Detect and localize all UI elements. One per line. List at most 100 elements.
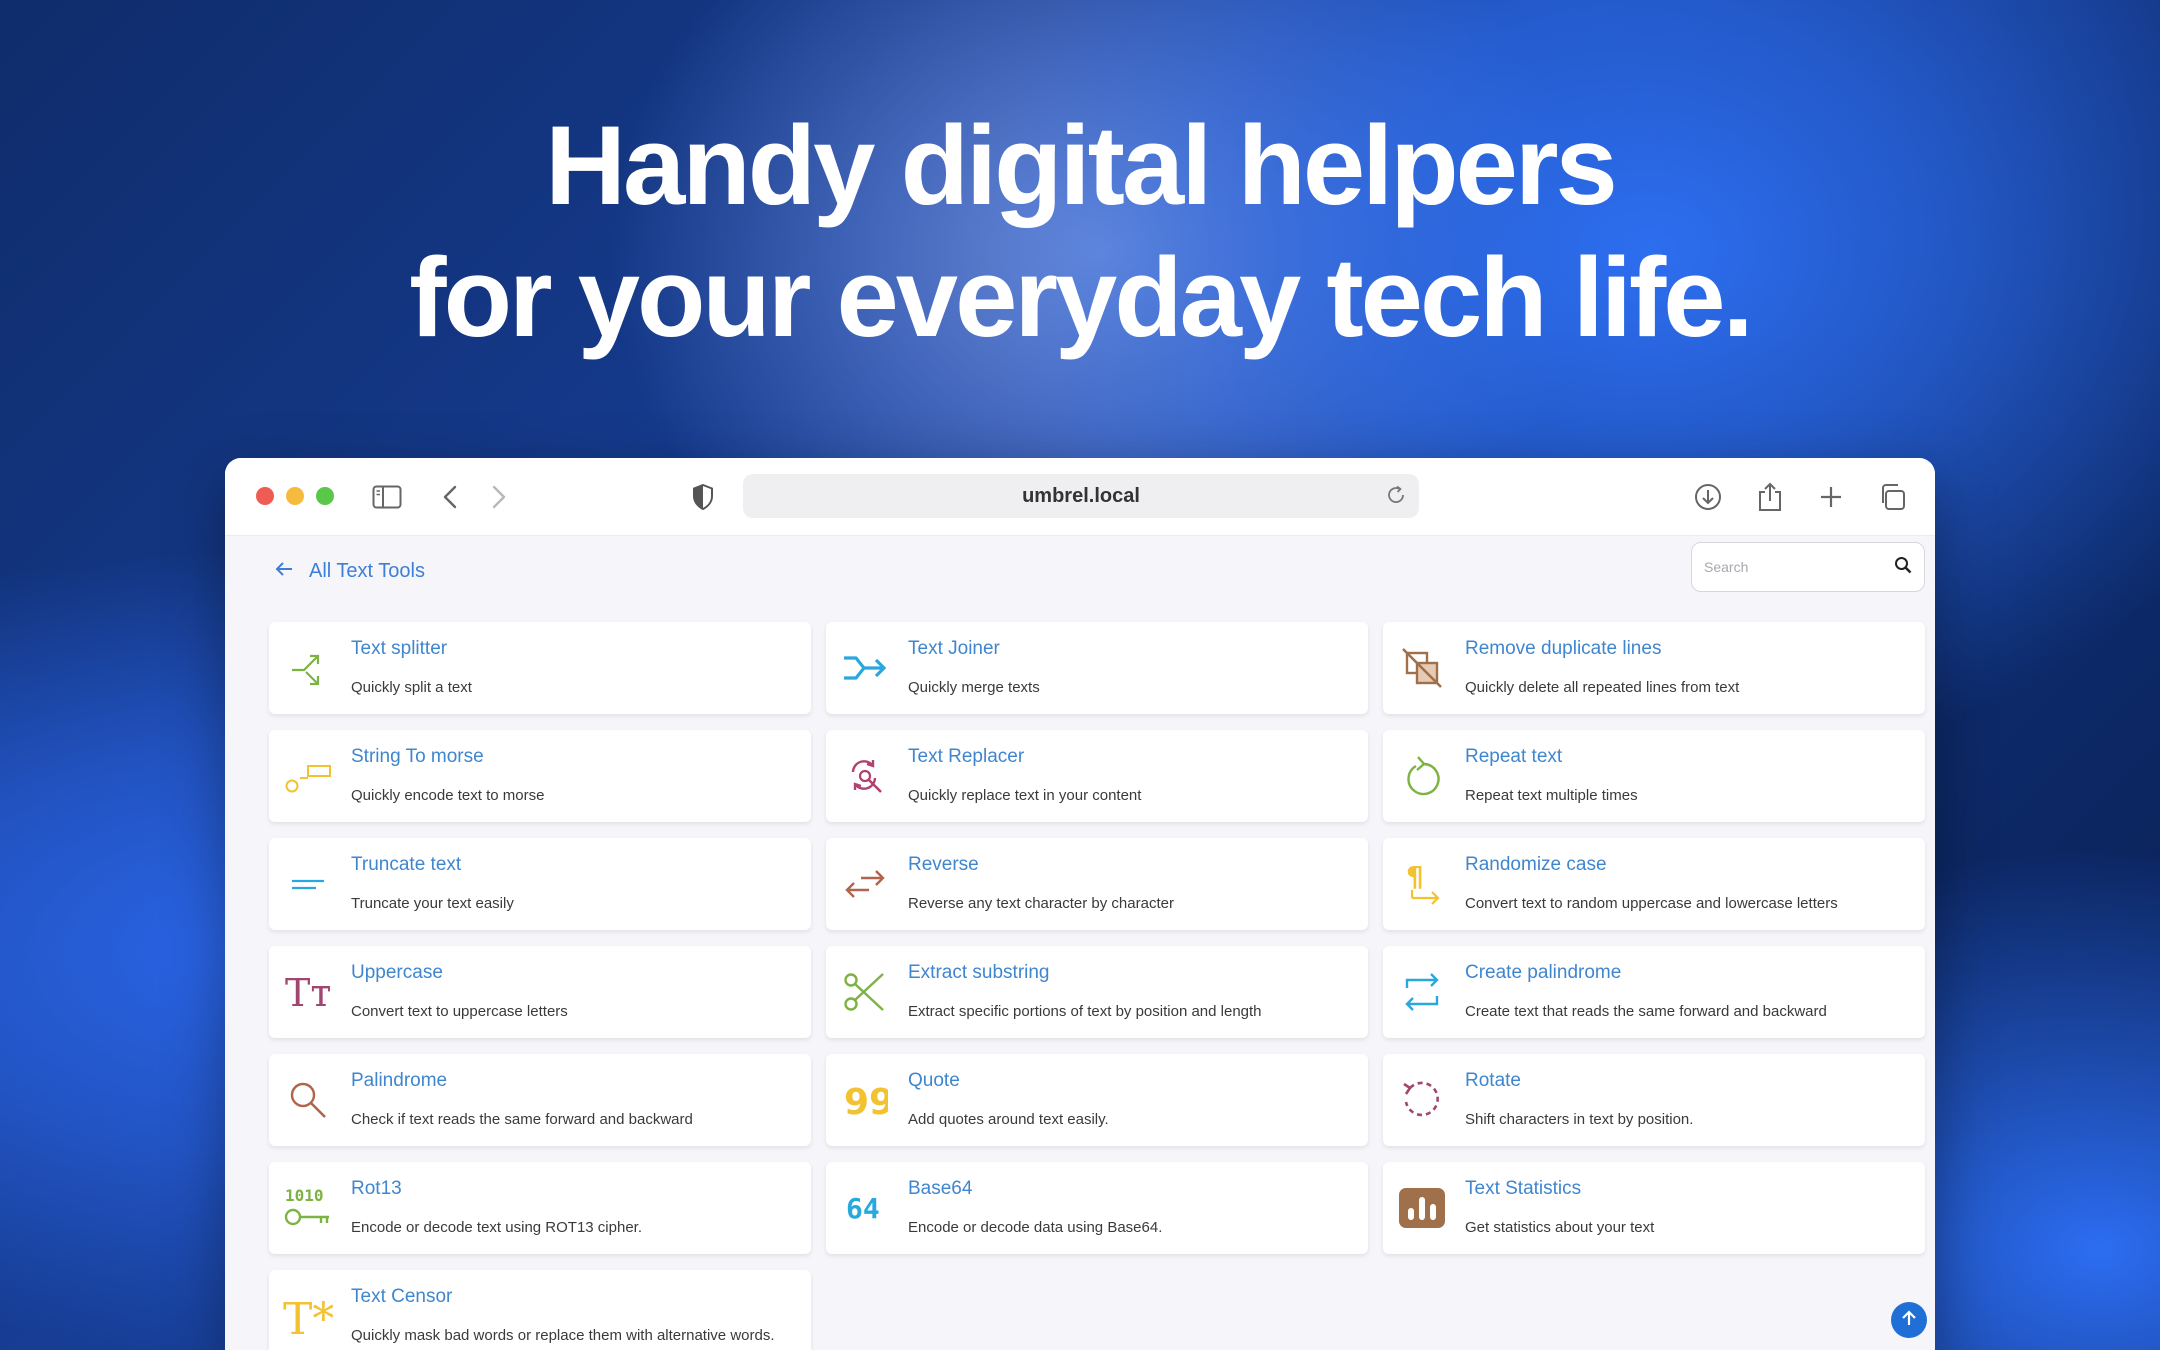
tool-description: Convert text to random uppercase and low… — [1465, 895, 1838, 912]
tool-title: Truncate text — [351, 854, 462, 875]
hero-line-2: for your everyday tech life. — [409, 235, 1753, 360]
svg-text:T*: T* — [283, 1294, 333, 1340]
tool-title: Text Joiner — [908, 638, 1000, 659]
remove-duplicate-icon — [1397, 643, 1447, 693]
arrow-left-icon — [275, 560, 293, 583]
forward-arrow-icon[interactable] — [479, 477, 519, 517]
swap-arrows-icon — [840, 859, 890, 909]
downloads-icon[interactable] — [1688, 477, 1728, 517]
tool-description: Quickly delete all repeated lines from t… — [1465, 679, 1740, 696]
url-text: umbrel.local — [1022, 484, 1140, 507]
hero-line-1: Handy digital helpers — [545, 103, 1618, 228]
tool-description: Reverse any text character by character — [908, 895, 1174, 912]
text-star-icon: T* — [283, 1291, 333, 1341]
new-tab-plus-icon[interactable] — [1811, 477, 1851, 517]
tool-card-text-splitter[interactable]: Text splitter Quickly split a text — [269, 622, 811, 714]
tool-title: Repeat text — [1465, 746, 1563, 767]
tool-description: Shift characters in text by position. — [1465, 1111, 1694, 1128]
merge-arrow-icon — [840, 643, 890, 693]
tool-title: Uppercase — [351, 962, 443, 983]
tool-card-text-censor[interactable]: T* Text Censor Quickly mask bad words or… — [269, 1270, 811, 1350]
scroll-to-top-button[interactable] — [1891, 1302, 1927, 1338]
repeat-icon — [1397, 751, 1447, 801]
tool-description: Quickly merge texts — [908, 679, 1040, 696]
search-icon[interactable] — [1894, 556, 1912, 579]
browser-toolbar: umbrel.local — [225, 458, 1935, 536]
zoom-window-button[interactable] — [316, 487, 334, 505]
tool-card-randomize-case[interactable]: ¶ Randomize case Convert text to random … — [1383, 838, 1925, 930]
quote-icon: 99 — [840, 1075, 890, 1125]
tab-overview-icon[interactable] — [1872, 477, 1912, 517]
browser-window: umbrel.local All Text Tools Search Text … — [225, 458, 1935, 1350]
back-arrow-icon[interactable] — [430, 477, 470, 517]
arrow-up-icon — [1901, 1309, 1917, 1332]
tool-title: Extract substring — [908, 962, 1050, 983]
all-text-tools-link[interactable]: All Text Tools — [275, 556, 425, 586]
reload-icon[interactable] — [1385, 484, 1407, 512]
svg-text:Tт: Tт — [285, 972, 331, 1012]
tool-card-rotate[interactable]: Rotate Shift characters in text by posit… — [1383, 1054, 1925, 1146]
privacy-shield-icon[interactable] — [683, 477, 723, 517]
tool-description: Truncate your text easily — [351, 895, 514, 912]
tool-description: Quickly encode text to morse — [351, 787, 545, 804]
tool-description: Encode or decode data using Base64. — [908, 1219, 1163, 1236]
tool-description: Check if text reads the same forward and… — [351, 1111, 693, 1128]
tool-title: Randomize case — [1465, 854, 1607, 875]
tool-card-repeat-text[interactable]: Repeat text Repeat text multiple times — [1383, 730, 1925, 822]
pilcrow-arrow-icon: ¶ — [1397, 859, 1447, 909]
tool-title: Rot13 — [351, 1178, 402, 1199]
tool-description: Quickly replace text in your content — [908, 787, 1142, 804]
tool-description: Quickly split a text — [351, 679, 472, 696]
tool-card-truncate-text[interactable]: Truncate text Truncate your text easily — [269, 838, 811, 930]
tool-title: String To morse — [351, 746, 484, 767]
tool-title: Palindrome — [351, 1070, 448, 1091]
tool-card-text-statistics[interactable]: Text Statistics Get statistics about you… — [1383, 1162, 1925, 1254]
tool-card-remove-duplicate-lines[interactable]: Remove duplicate lines Quickly delete al… — [1383, 622, 1925, 714]
tool-description: Extract specific portions of text by pos… — [908, 1003, 1262, 1020]
tool-title: Reverse — [908, 854, 979, 875]
svg-text:99: 99 — [844, 1082, 888, 1120]
tool-card-quote[interactable]: 99 Quote Add quotes around text easily. — [826, 1054, 1368, 1146]
tool-card-create-palindrome[interactable]: Create palindrome Create text that reads… — [1383, 946, 1925, 1038]
tool-description: Convert text to uppercase letters — [351, 1003, 568, 1020]
tool-title: Rotate — [1465, 1070, 1521, 1091]
tool-title: Quote — [908, 1070, 960, 1091]
svg-text:¶: ¶ — [1406, 860, 1424, 893]
sidebar-toggle-icon[interactable] — [367, 477, 407, 517]
address-bar[interactable]: umbrel.local — [743, 474, 1419, 518]
split-arrows-icon — [283, 643, 333, 693]
tool-card-uppercase[interactable]: Tт Uppercase Convert text to uppercase l… — [269, 946, 811, 1038]
tool-card-text-replacer[interactable]: Text Replacer Quickly replace text in yo… — [826, 730, 1368, 822]
text-case-icon: Tт — [283, 967, 333, 1017]
hero-heading: Handy digital helpers for your everyday … — [0, 100, 2160, 364]
tool-title: Create palindrome — [1465, 962, 1622, 983]
tool-title: Text Replacer — [908, 746, 1025, 767]
tool-description: Get statistics about your text — [1465, 1219, 1655, 1236]
morse-icon — [283, 751, 333, 801]
search-input[interactable] — [1704, 559, 1894, 575]
rotate-icon — [1397, 1075, 1447, 1125]
tool-card-string-to-morse[interactable]: String To morse Quickly encode text to m… — [269, 730, 811, 822]
tool-title: Text splitter — [351, 638, 448, 659]
tool-title: Text Censor — [351, 1286, 453, 1307]
tool-card-extract-substring[interactable]: Extract substring Extract specific porti… — [826, 946, 1368, 1038]
tool-description: Quickly mask bad words or replace them w… — [351, 1327, 775, 1344]
svg-text:64: 64 — [846, 1192, 880, 1225]
tool-card-text-joiner[interactable]: Text Joiner Quickly merge texts — [826, 622, 1368, 714]
search-box[interactable] — [1691, 542, 1925, 592]
scissors-icon — [840, 967, 890, 1017]
truncate-lines-icon — [283, 859, 333, 909]
svg-text:1010: 1010 — [285, 1186, 324, 1205]
page-content: All Text Tools Text splitter Quickly spl… — [225, 536, 1935, 1350]
binary-key-icon: 1010 — [283, 1183, 333, 1233]
tool-card-base64[interactable]: 64 Base64 Encode or decode data using Ba… — [826, 1162, 1368, 1254]
tool-card-reverse[interactable]: Reverse Reverse any text character by ch… — [826, 838, 1368, 930]
tool-card-rot13[interactable]: 1010 Rot13 Encode or decode text using R… — [269, 1162, 811, 1254]
tool-card-palindrome[interactable]: Palindrome Check if text reads the same … — [269, 1054, 811, 1146]
base64-icon: 64 — [840, 1183, 890, 1233]
close-window-button[interactable] — [256, 487, 274, 505]
share-icon[interactable] — [1750, 477, 1790, 517]
minimize-window-button[interactable] — [286, 487, 304, 505]
tool-description: Add quotes around text easily. — [908, 1111, 1109, 1128]
find-replace-icon — [840, 751, 890, 801]
